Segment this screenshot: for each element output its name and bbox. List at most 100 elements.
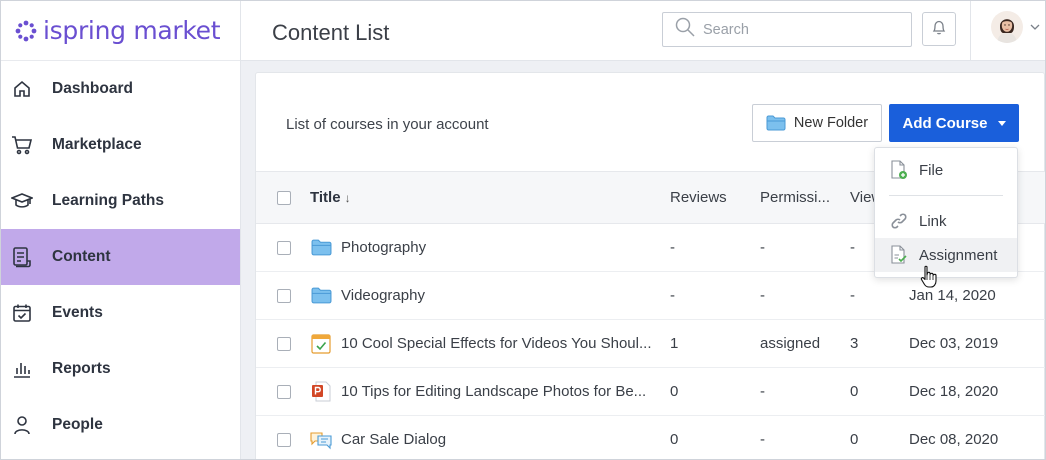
- select-all-cell: [277, 172, 293, 223]
- table-row[interactable]: 10 Tips for Editing Landscape Photos for…: [256, 368, 1045, 416]
- row-checkbox-cell: [277, 368, 293, 415]
- row-title-cell[interactable]: Car Sale Dialog: [310, 416, 662, 459]
- avatar: [991, 11, 1023, 43]
- row-views: 0: [850, 383, 859, 400]
- dropdown-item-assignment[interactable]: Assignment: [875, 238, 1017, 272]
- row-checkbox[interactable]: [277, 240, 291, 255]
- sort-down-icon: ↓: [344, 190, 351, 205]
- notifications-button[interactable]: [922, 12, 956, 46]
- sidebar-item-label: Content: [52, 248, 111, 265]
- graduation-cap-icon: [11, 190, 33, 212]
- logo-text: ispring market: [43, 16, 221, 45]
- row-checkbox[interactable]: [277, 384, 291, 399]
- column-header-label: Title: [310, 189, 341, 206]
- row-date: Dec 08, 2020: [909, 431, 999, 448]
- row-checkbox[interactable]: [277, 432, 291, 447]
- sidebar-item-label: Reports: [52, 360, 111, 377]
- person-icon: [11, 414, 33, 436]
- home-icon: [11, 78, 33, 100]
- chevron-down-icon: [1030, 24, 1040, 30]
- document-list-icon: [11, 246, 33, 268]
- sidebar-item-content[interactable]: Content: [1, 229, 240, 285]
- link-icon: [891, 213, 907, 229]
- row-title: Car Sale Dialog: [341, 431, 447, 448]
- new-folder-label: New Folder: [793, 115, 869, 131]
- row-title-cell[interactable]: Photography: [310, 224, 662, 271]
- search-box[interactable]: [662, 12, 912, 47]
- sidebar-item-label: Learning Paths: [52, 192, 164, 209]
- row-title-cell[interactable]: 10 Tips for Editing Landscape Photos for…: [310, 368, 662, 415]
- dropdown-item-link[interactable]: Link: [875, 204, 1017, 238]
- bar-chart-icon: [11, 358, 33, 380]
- row-reviews: -: [670, 239, 675, 256]
- sidebar-item-marketplace[interactable]: Marketplace: [1, 117, 240, 173]
- sidebar-item-reports[interactable]: Reports: [1, 341, 240, 397]
- new-folder-button[interactable]: New Folder: [752, 104, 882, 142]
- sidebar-nav: Dashboard Marketplace Learning Paths Con…: [1, 61, 240, 453]
- add-course-dropdown: File Link Assignment: [874, 147, 1018, 278]
- row-checkbox-cell: [277, 272, 293, 319]
- row-title: Photography: [341, 239, 427, 256]
- ispring-logo-icon: [15, 20, 37, 41]
- row-title: 10 Tips for Editing Landscape Photos for…: [341, 383, 647, 400]
- table-row[interactable]: 10 Cool Special Effects for Videos You S…: [256, 320, 1045, 368]
- app-window: ispring market Dashboard Marketplace Lea…: [0, 0, 1046, 460]
- sidebar-item-label: Marketplace: [52, 136, 142, 153]
- row-views: 0: [850, 431, 859, 448]
- sidebar-item-label: Events: [52, 304, 103, 321]
- caret-down-icon: [997, 120, 1006, 126]
- row-permissions: assigned: [760, 335, 821, 352]
- column-header-permissions[interactable]: Permissi...: [760, 172, 840, 223]
- folder-icon: [310, 237, 332, 259]
- row-reviews: 0: [670, 431, 679, 448]
- sidebar-item-learning-paths[interactable]: Learning Paths: [1, 173, 240, 229]
- row-checkbox[interactable]: [277, 336, 291, 351]
- row-title-cell[interactable]: 10 Cool Special Effects for Videos You S…: [310, 320, 662, 367]
- row-views: -: [850, 287, 855, 304]
- table-row[interactable]: Car Sale Dialog 0 - 0 Dec 08, 2020: [256, 416, 1045, 459]
- sidebar-item-events[interactable]: Events: [1, 285, 240, 341]
- row-date: Dec 18, 2020: [909, 383, 999, 400]
- powerpoint-icon: [310, 381, 332, 403]
- row-permissions: -: [760, 287, 765, 304]
- row-views: 3: [850, 335, 859, 352]
- row-title: 10 Cool Special Effects for Videos You S…: [341, 335, 652, 352]
- row-title: Videography: [341, 287, 425, 304]
- dropdown-item-file[interactable]: File: [875, 153, 1017, 187]
- assignment-icon: [891, 245, 907, 264]
- hand-pointer-icon: [920, 265, 938, 294]
- search-input[interactable]: [703, 21, 893, 38]
- top-header: Content List: [241, 1, 1045, 61]
- add-course-button[interactable]: Add Course: [889, 104, 1019, 142]
- row-reviews: 0: [670, 383, 679, 400]
- row-reviews: 1: [670, 335, 679, 352]
- dropdown-item-label: File: [919, 161, 944, 179]
- row-checkbox[interactable]: [277, 288, 291, 303]
- header-divider: [970, 1, 971, 61]
- sidebar: ispring market Dashboard Marketplace Lea…: [1, 1, 241, 459]
- row-reviews: -: [670, 287, 675, 304]
- sidebar-item-people[interactable]: People: [1, 397, 240, 453]
- sidebar-item-label: Dashboard: [52, 80, 133, 97]
- row-title-cell[interactable]: Videography: [310, 272, 662, 319]
- page-title: Content List: [272, 20, 390, 45]
- bell-icon: [932, 19, 946, 40]
- sidebar-item-label: People: [52, 416, 103, 433]
- folder-icon: [766, 115, 786, 131]
- row-checkbox-cell: [277, 224, 293, 271]
- dialog-icon: [310, 429, 332, 451]
- dropdown-divider: [889, 195, 1003, 196]
- folder-icon: [310, 285, 332, 307]
- content-description: List of courses in your account: [286, 116, 489, 133]
- row-permissions: -: [760, 383, 765, 400]
- row-permissions: -: [760, 239, 765, 256]
- add-course-label: Add Course: [902, 114, 988, 132]
- dropdown-item-label: Assignment: [919, 246, 998, 264]
- file-add-icon: [891, 160, 907, 179]
- column-header-reviews[interactable]: Reviews: [670, 172, 750, 223]
- column-header-title[interactable]: Title ↓: [310, 172, 662, 223]
- select-all-checkbox[interactable]: [277, 190, 291, 205]
- logo[interactable]: ispring market: [1, 1, 240, 61]
- sidebar-item-dashboard[interactable]: Dashboard: [1, 61, 240, 117]
- user-menu[interactable]: [991, 11, 1040, 43]
